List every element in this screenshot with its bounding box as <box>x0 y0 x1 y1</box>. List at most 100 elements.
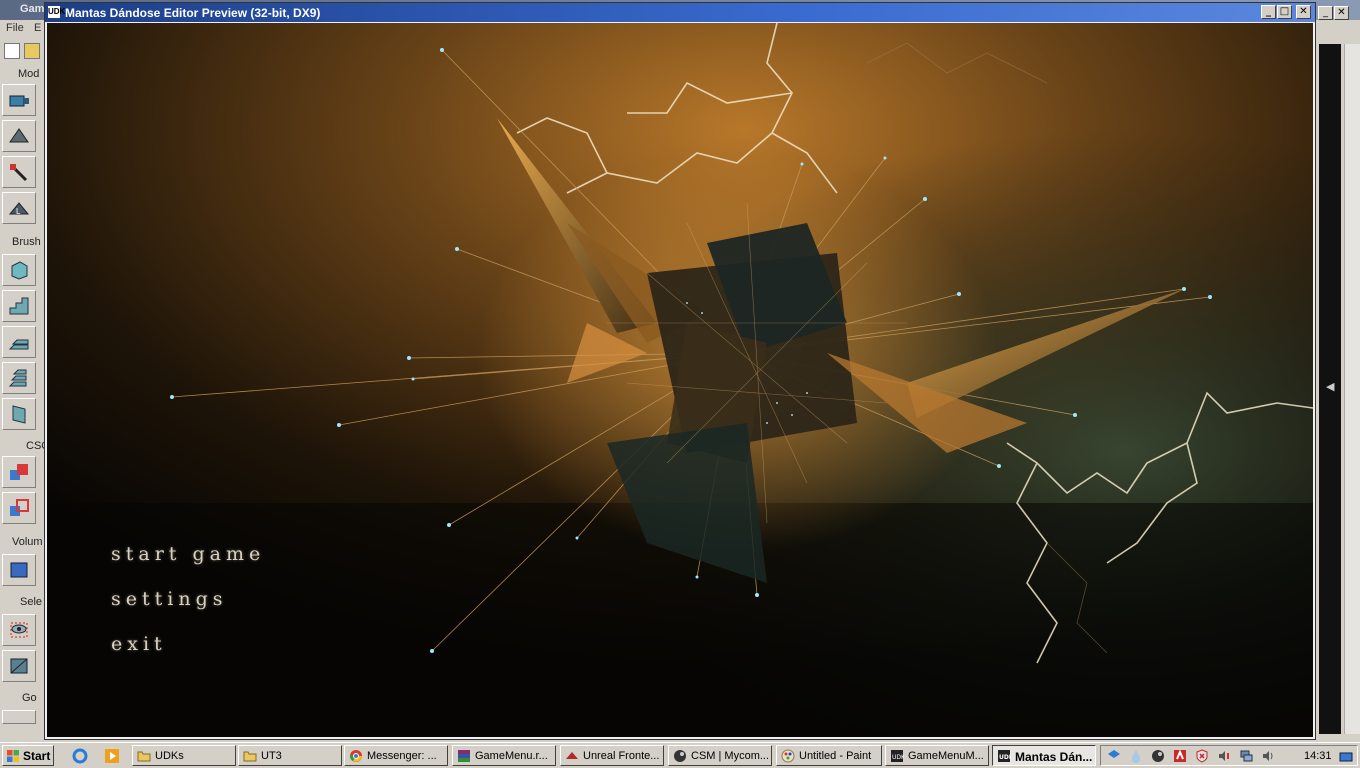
chrome-icon <box>349 750 362 762</box>
network-icon[interactable] <box>1239 749 1253 763</box>
folder-icon <box>137 751 151 762</box>
background-toolbar <box>0 38 44 62</box>
section-go-label: Go <box>22 692 37 704</box>
editor-left-toolbar: Mod L Brush CSG Volum Sele Go <box>0 62 50 742</box>
linear-stairs-icon <box>8 339 29 350</box>
go-button[interactable] <box>2 710 36 724</box>
taskbar-label: GameMenuM... <box>908 750 984 762</box>
taskbar-button-mantas-preview[interactable]: UDK Mantas Dán... <box>992 745 1096 766</box>
brush-tool-icon <box>9 163 28 182</box>
csg-add-button[interactable] <box>2 456 36 488</box>
add-volume-button[interactable] <box>2 554 36 586</box>
background-minimize-button[interactable]: _ <box>1318 6 1333 20</box>
geometry-mode-button[interactable] <box>2 120 36 152</box>
taskbar-button-udks[interactable]: UDKs <box>132 745 236 766</box>
section-select-label: Sele <box>20 596 43 608</box>
taskbar-clock[interactable]: 14:31 <box>1304 750 1332 762</box>
svg-text:UDK: UDK <box>892 754 904 761</box>
sheet-icon <box>12 405 26 424</box>
udk-icon: UDK <box>998 750 1011 762</box>
steam-icon <box>674 750 686 762</box>
collapse-arrow-icon[interactable]: ◀ <box>1326 380 1334 393</box>
texture-icon: L <box>8 202 30 216</box>
stairs-brush-button[interactable] <box>2 290 36 322</box>
cube-brush-button[interactable] <box>2 254 36 286</box>
camera-icon <box>9 95 29 107</box>
spiral-stairs-icon <box>8 369 27 387</box>
taskbar-button-gamemenu-rar[interactable]: GameMenu.r... <box>452 745 556 766</box>
game-viewport[interactable]: start game settings exit <box>47 23 1313 737</box>
linear-stairs-button[interactable] <box>2 326 36 358</box>
background-menubar: File E <box>0 20 44 36</box>
svg-text:L: L <box>16 207 21 216</box>
winrar-icon <box>458 750 470 762</box>
taskbar-label: Messenger: ... <box>367 750 437 762</box>
antivirus-icon[interactable] <box>1173 749 1187 763</box>
stairs-icon <box>9 297 29 315</box>
taskbar-label: Untitled - Paint <box>799 750 872 762</box>
maximize-button[interactable]: □ <box>1277 5 1292 19</box>
volume-mixer-icon[interactable] <box>1217 749 1231 763</box>
sheet-brush-button[interactable] <box>2 398 36 430</box>
taskbar-label: Mantas Dán... <box>1015 750 1093 764</box>
background-close-button[interactable]: ✕ <box>1334 6 1349 20</box>
csg-add-icon <box>10 464 28 480</box>
taskbar: Start UDKs UT3 Messenger: ... GameMenu.r… <box>0 742 1360 768</box>
csg-subtract-icon <box>10 499 29 516</box>
menu-exit[interactable]: exit <box>111 633 167 655</box>
network-drop-icon[interactable] <box>1129 749 1143 763</box>
new-file-icon[interactable] <box>4 43 20 59</box>
show-selected-button[interactable] <box>2 614 36 646</box>
taskbar-button-ut3[interactable]: UT3 <box>238 745 342 766</box>
editor-preview-window: UDK Mantas Dándose Editor Preview (32-bi… <box>44 2 1316 740</box>
preview-window-title: Mantas Dándose Editor Preview (32-bit, D… <box>65 6 321 20</box>
menu-file[interactable]: File <box>6 22 24 34</box>
section-volumes-label: Volum <box>12 536 43 548</box>
media-player-icon[interactable] <box>104 748 120 764</box>
paint-icon <box>781 749 795 763</box>
game-background-art <box>47 23 1313 737</box>
svg-text:UDK: UDK <box>999 754 1011 761</box>
internet-explorer-icon[interactable] <box>72 748 88 764</box>
cube-icon <box>11 261 28 280</box>
preview-titlebar[interactable]: UDK Mantas Dándose Editor Preview (32-bi… <box>45 3 1315 22</box>
windows-logo-icon <box>7 750 19 762</box>
csg-subtract-button[interactable] <box>2 492 36 524</box>
unreal-frontend-icon <box>566 752 578 759</box>
close-button[interactable]: ✕ <box>1296 5 1311 19</box>
system-tray: 14:31 <box>1100 745 1358 766</box>
minimize-button[interactable]: _ <box>1261 5 1276 19</box>
folder-icon <box>243 751 257 762</box>
taskbar-button-csm[interactable]: CSM | Mycom... <box>668 745 772 766</box>
invert-selection-button[interactable] <box>2 650 36 682</box>
taskbar-button-gamemenu-udk[interactable]: UDK GameMenuM... <box>885 745 989 766</box>
menu-edit[interactable]: E <box>34 22 41 34</box>
open-folder-icon[interactable] <box>24 43 40 59</box>
geometry-icon <box>9 128 29 143</box>
udk-icon[interactable]: UDK <box>48 6 65 18</box>
start-button[interactable]: Start <box>2 745 54 766</box>
taskbar-button-paint[interactable]: Untitled - Paint <box>776 745 882 766</box>
taskbar-label: GameMenu.r... <box>475 750 548 762</box>
dropbox-icon[interactable] <box>1107 749 1121 763</box>
background-scrollbar[interactable] <box>1344 44 1360 734</box>
invert-selection-icon <box>10 658 28 674</box>
spiral-stairs-button[interactable] <box>2 362 36 394</box>
camera-mode-button[interactable] <box>2 84 36 116</box>
taskbar-label: Unreal Fronte... <box>583 750 660 762</box>
taskbar-button-messenger[interactable]: Messenger: ... <box>344 745 448 766</box>
menu-settings[interactable]: settings <box>111 588 228 610</box>
show-desktop-icon[interactable] <box>1339 750 1353 764</box>
terrain-mode-button[interactable] <box>2 156 36 188</box>
texture-mode-button[interactable]: L <box>2 192 36 224</box>
background-editor-title: Gam <box>20 3 45 15</box>
volume-icon <box>10 562 28 578</box>
speaker-icon[interactable] <box>1261 749 1275 763</box>
steam-tray-icon[interactable] <box>1151 749 1165 763</box>
menu-start-game[interactable]: start game <box>111 543 265 565</box>
security-alert-icon[interactable] <box>1195 749 1209 763</box>
udk-icon: UDK <box>891 750 904 762</box>
taskbar-button-unreal-frontend[interactable]: Unreal Fronte... <box>560 745 664 766</box>
eye-icon <box>10 622 28 638</box>
taskbar-label: CSM | Mycom... <box>691 750 770 762</box>
